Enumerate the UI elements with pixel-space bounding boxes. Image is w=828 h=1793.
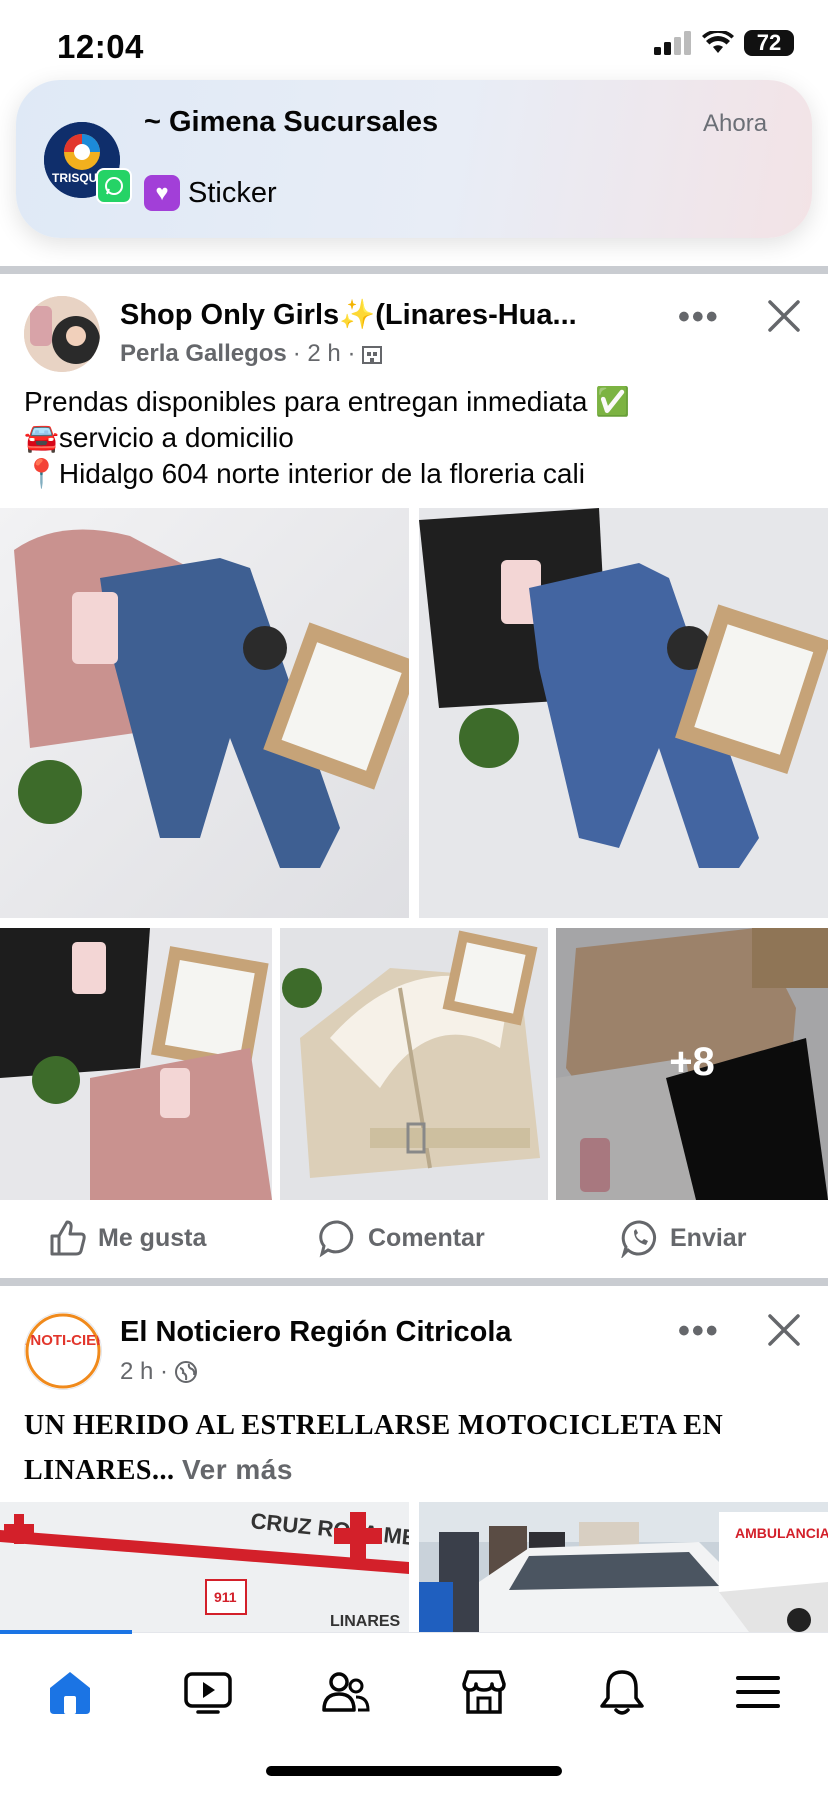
menu-icon[interactable]: [728, 1662, 788, 1722]
feed-separator: [0, 266, 828, 274]
globe-icon: [175, 1361, 198, 1383]
post-photo-1[interactable]: [0, 508, 409, 918]
feed-separator-2: [0, 1278, 828, 1286]
comment-icon: [319, 1220, 354, 1258]
post-text-line-1: Prendas disponibles para entregan inmedi…: [24, 386, 631, 417]
post-meta: Perla Gallegos · 2 h ·: [120, 340, 383, 368]
post-photo-4[interactable]: [280, 928, 548, 1200]
news-more-options-icon[interactable]: •••: [678, 1312, 720, 1351]
status-time: 12:04: [57, 28, 144, 65]
comment-button[interactable]: Comentar: [318, 1218, 485, 1258]
audience-icon: [362, 346, 383, 364]
comment-label: Comentar: [368, 1223, 485, 1252]
battery-icon: 72: [744, 30, 794, 56]
whatsapp-icon: [96, 168, 132, 204]
notification-sender: ~ Gimena Sucursales: [144, 106, 439, 138]
nav-active-indicator: [0, 1630, 132, 1634]
news-page-name[interactable]: El Noticiero Región Citricola: [120, 1316, 512, 1349]
news-page-avatar[interactable]: EL NOTI-CIERO: [24, 1312, 102, 1390]
like-icon: [50, 1220, 86, 1256]
post-text-line-3: 📍Hidalgo 604 norte interior de la florer…: [24, 458, 585, 489]
video-icon[interactable]: [178, 1662, 238, 1722]
news-post-meta: 2 h ·: [120, 1358, 198, 1386]
post-text-line-2: 🚘servicio a domicilio: [24, 422, 294, 453]
news-post-time: 2 h ·: [120, 1358, 169, 1385]
post-author[interactable]: Perla Gallegos: [120, 340, 287, 368]
like-button[interactable]: Me gusta: [48, 1218, 206, 1258]
like-label: Me gusta: [98, 1223, 207, 1252]
see-more-link[interactable]: Ver más: [182, 1454, 293, 1485]
notification-time: Ahora: [703, 110, 768, 137]
notification-message: ♥ Sticker: [144, 175, 277, 211]
bell-icon[interactable]: [592, 1662, 652, 1722]
signal-icon: [654, 31, 691, 55]
avatar-logo-text: TRISQU: [52, 171, 97, 185]
news-text-body: UN HERIDO AL ESTRELLARSE MOTOCICLETA EN …: [24, 1410, 724, 1486]
news-close-icon[interactable]: [766, 1312, 802, 1353]
post-photo-3[interactable]: [0, 928, 272, 1200]
news-avatar-logo-text: EL NOTI-CIERO: [25, 1332, 101, 1349]
send-button[interactable]: Enviar: [620, 1218, 746, 1258]
ambulance-number: 911: [214, 1589, 237, 1605]
post-time: · 2 h ·: [292, 340, 356, 367]
more-photos-count[interactable]: +8: [556, 1040, 828, 1085]
friends-icon[interactable]: [316, 1662, 376, 1722]
notification-text: Sticker: [188, 176, 277, 209]
home-indicator: [266, 1766, 562, 1776]
news-post-text: UN HERIDO AL ESTRELLARSE MOTOCICLETA EN …: [24, 1404, 804, 1493]
wifi-icon: [702, 31, 734, 53]
post-photo-2[interactable]: [419, 508, 828, 918]
send-label: Enviar: [670, 1223, 747, 1252]
close-icon[interactable]: [766, 298, 802, 339]
ambulance2-text: AMBULANCIA: [735, 1525, 828, 1541]
battery-level: 72: [756, 30, 782, 55]
heart-sticker-icon: ♥: [144, 175, 180, 211]
page-avatar[interactable]: [24, 296, 100, 372]
news-photo-2[interactable]: AMBULANCIA: [419, 1502, 828, 1632]
ambulance-city: LINARES: [330, 1613, 401, 1630]
news-photo-1[interactable]: CRUZ ROJA MEXICANA 911 LINARES: [0, 1502, 409, 1632]
marketplace-icon[interactable]: [454, 1662, 514, 1722]
whatsapp-send-icon: [621, 1220, 656, 1258]
home-icon[interactable]: [40, 1662, 100, 1722]
status-icons: 72: [654, 30, 794, 56]
post-page-name[interactable]: Shop Only Girls✨(Linares-Hua...: [120, 298, 577, 332]
more-options-icon[interactable]: •••: [678, 298, 720, 337]
